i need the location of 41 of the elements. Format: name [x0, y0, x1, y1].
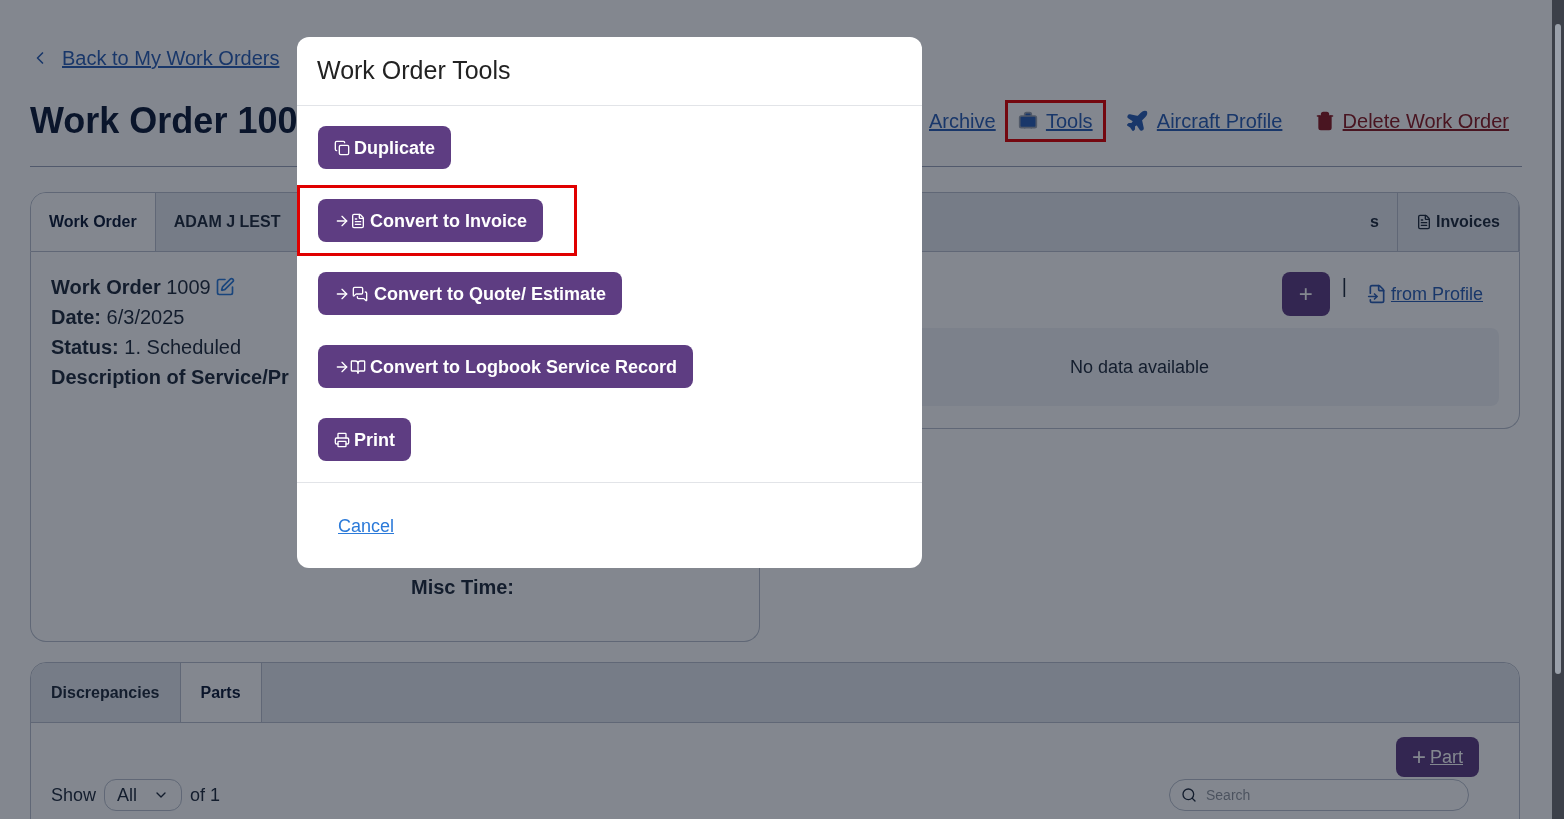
tool-button[interactable]: Convert to Logbook Service Record [318, 345, 694, 388]
empty-text: No data available [1069, 356, 1210, 379]
from-profile-link[interactable]: from Profile [1366, 280, 1483, 308]
chat-icon [350, 285, 370, 302]
tool-button[interactable]: Duplicate [318, 126, 452, 169]
file-import-icon [1366, 284, 1387, 304]
tool-button[interactable]: Convert to Quote/ Estimate [318, 272, 623, 315]
tab[interactable]: Parts [180, 663, 262, 722]
detail-text: Status: 1. Scheduled [51, 335, 242, 360]
back-link[interactable]: Back to My Work Orders [30, 44, 280, 72]
separator-text: | [1341, 274, 1347, 299]
scrollbar[interactable] [1552, 0, 1564, 819]
action-link[interactable]: Archive [926, 100, 999, 142]
action-link[interactable]: Aircraft Profile [1111, 100, 1296, 142]
trash-icon [1314, 111, 1335, 131]
plane-icon [1124, 109, 1149, 133]
page-count: of 1 [190, 784, 221, 807]
search-field[interactable]: Search [1169, 779, 1469, 811]
page-size-select[interactable]: All [104, 779, 183, 811]
invoice-icon [350, 212, 366, 229]
modal-title: Work Order Tools [297, 37, 922, 106]
add-part-button[interactable]: + Part [1395, 737, 1479, 777]
toolbox-icon [1017, 111, 1038, 131]
edit-icon[interactable] [214, 277, 235, 297]
detail-text: Work Order 1009 [51, 275, 211, 300]
tool-button[interactable]: Print [318, 418, 411, 461]
show-label: Show [51, 784, 97, 807]
action-link[interactable]: Delete Work Order [1301, 100, 1522, 142]
invoice-icon [1415, 214, 1432, 230]
detail-text: Description of Service/Pr [51, 365, 289, 390]
cancel-link[interactable]: Cancel [338, 511, 395, 540]
page-title: Work Order 100 [30, 99, 298, 143]
action-link[interactable]: Tools [1004, 100, 1106, 142]
detail-text: Date: 6/3/2025 [51, 305, 185, 330]
misc-time-label: Misc Time: [411, 575, 515, 600]
tab[interactable]: Work Order [31, 193, 156, 251]
copy-icon [334, 139, 350, 156]
tool-button[interactable]: Convert to Invoice [318, 199, 544, 242]
printer-icon [334, 431, 350, 448]
add-button[interactable]: + [1281, 272, 1330, 316]
book-icon [350, 358, 366, 375]
